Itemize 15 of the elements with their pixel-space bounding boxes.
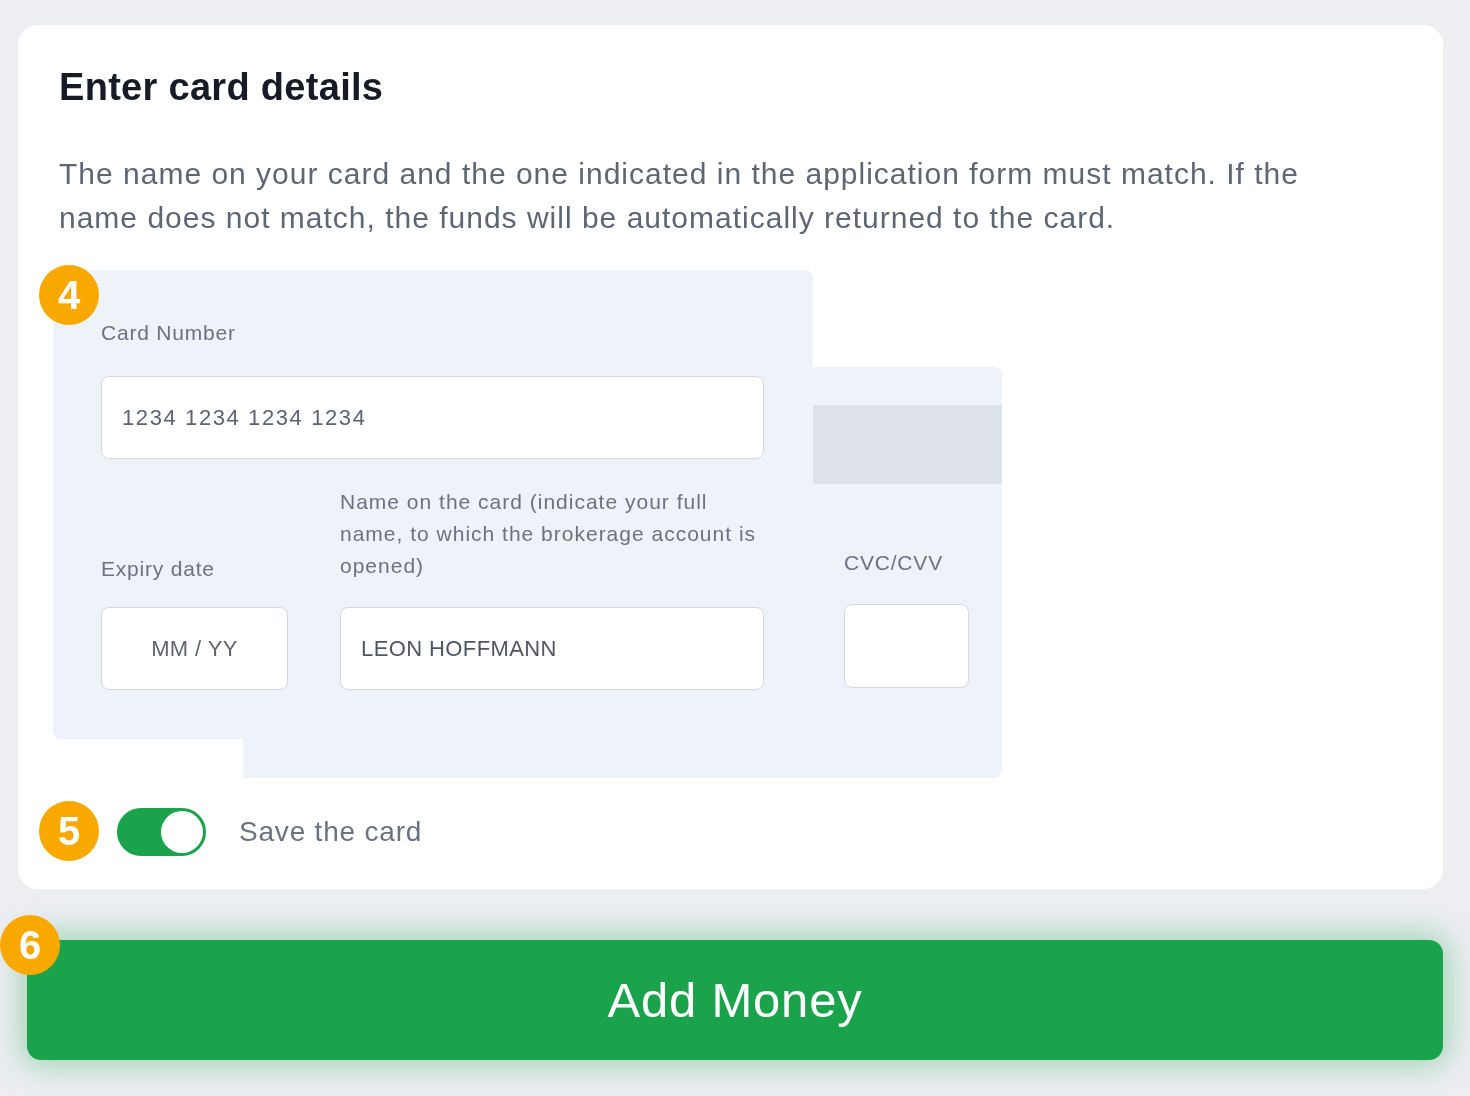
name-on-card-label: Name on the card (indicate your full name, to which the brokerage account is opened) — [340, 489, 758, 579]
cvc-field[interactable] — [844, 604, 969, 688]
cvc-label: CVC/CVV — [844, 550, 944, 576]
name-on-card-field[interactable]: LEON HOFFMANN — [340, 607, 764, 690]
form-title: Enter card details — [59, 65, 385, 109]
step-marker: 4 — [39, 265, 99, 325]
save-card-label: Save the card — [239, 815, 423, 849]
form-description: The name on your card and the one indicated in the application form must match. If the name does not match, the funds will be automatically returned to the card. — [59, 156, 1300, 236]
card-number-label: Card Number — [101, 320, 237, 346]
expiry-date-field[interactable]: MM / YY — [101, 607, 288, 690]
expiry-date-label: Expiry date — [101, 556, 216, 582]
step-marker: 6 — [0, 915, 60, 975]
save-card-toggle[interactable] — [117, 808, 206, 856]
step-marker: 5 — [39, 801, 99, 861]
card-number-field[interactable]: 1234 1234 1234 1234 — [101, 376, 764, 459]
